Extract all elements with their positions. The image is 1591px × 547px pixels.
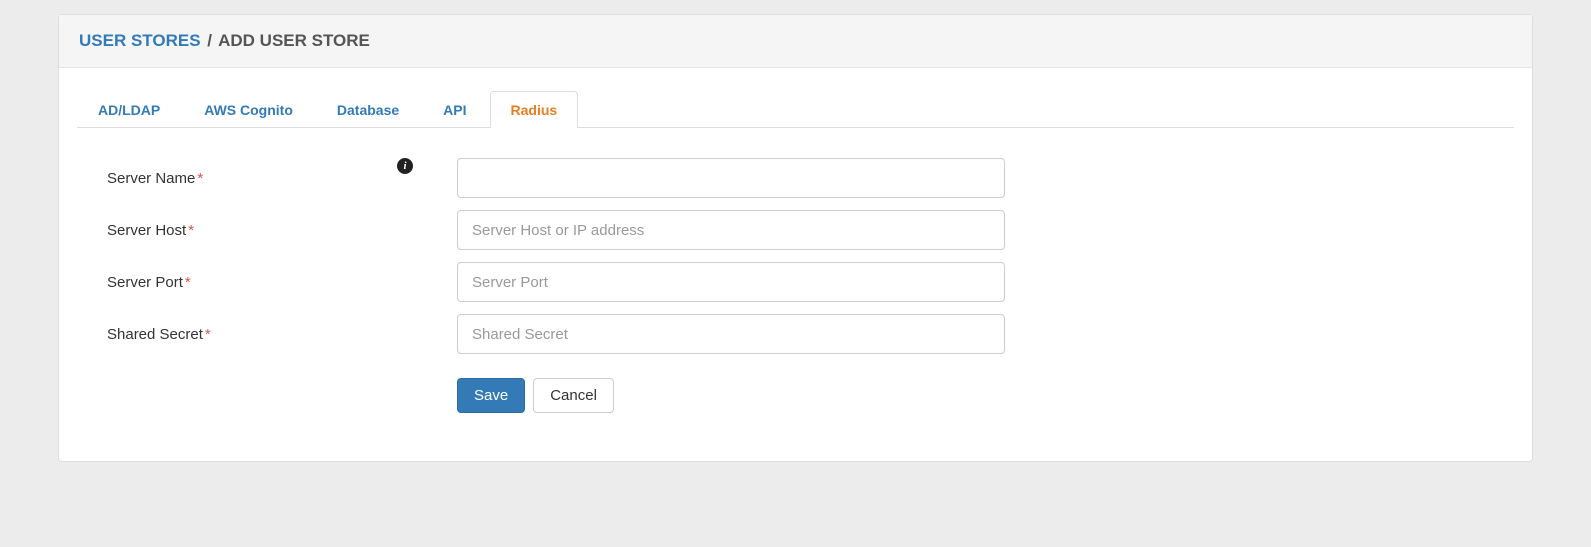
label-server-port: Server Port* — [107, 274, 397, 291]
row-server-host: Server Host* — [107, 210, 1484, 250]
cancel-button[interactable]: Cancel — [533, 378, 614, 413]
radius-form: Server Name* i Server Host* — [77, 128, 1514, 413]
tab-aws-cognito[interactable]: AWS Cognito — [183, 91, 314, 128]
label-server-host: Server Host* — [107, 222, 397, 239]
row-buttons: Save Cancel — [107, 366, 1484, 413]
row-server-name: Server Name* i — [107, 158, 1484, 198]
breadcrumb-separator: / — [207, 31, 212, 50]
tab-api[interactable]: API — [422, 91, 487, 128]
server-name-field[interactable] — [457, 158, 1005, 198]
server-port-field[interactable] — [457, 262, 1005, 302]
user-store-type-tabs: AD/LDAP AWS Cognito Database API Radius — [77, 90, 1514, 128]
shared-secret-field[interactable] — [457, 314, 1005, 354]
user-store-panel: USER STORES / ADD USER STORE AD/LDAP AWS… — [58, 14, 1533, 462]
breadcrumb: USER STORES / ADD USER STORE — [59, 15, 1532, 68]
server-host-field[interactable] — [457, 210, 1005, 250]
label-shared-secret: Shared Secret* — [107, 326, 397, 343]
tab-database[interactable]: Database — [316, 91, 420, 128]
row-server-port: Server Port* — [107, 262, 1484, 302]
row-shared-secret: Shared Secret* — [107, 314, 1484, 354]
save-button[interactable]: Save — [457, 378, 525, 413]
info-icon[interactable]: i — [397, 158, 413, 174]
tab-radius[interactable]: Radius — [490, 91, 579, 128]
breadcrumb-user-stores[interactable]: USER STORES — [79, 31, 201, 50]
breadcrumb-add-user-store: ADD USER STORE — [218, 31, 370, 50]
label-server-name: Server Name* — [107, 170, 397, 187]
tab-ad-ldap[interactable]: AD/LDAP — [77, 91, 181, 128]
